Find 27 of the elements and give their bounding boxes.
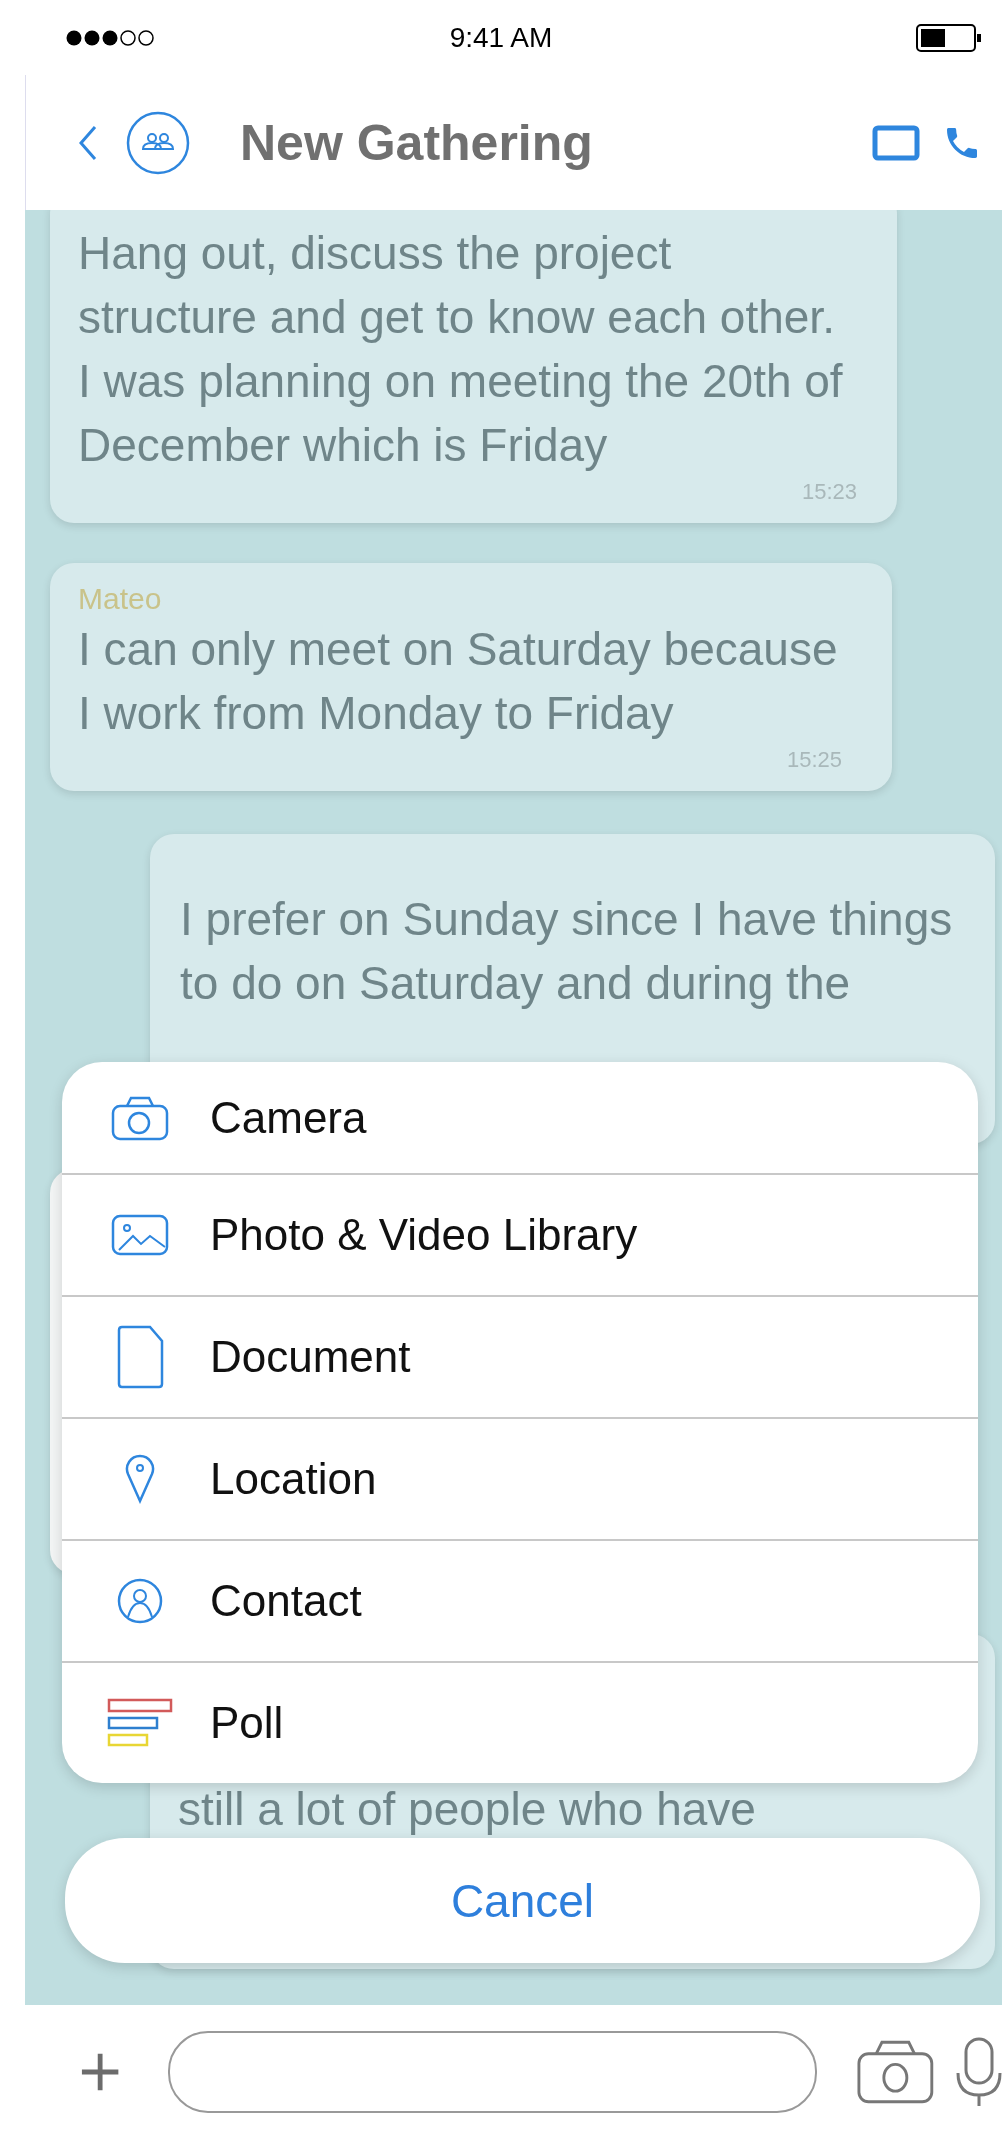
sheet-option[interactable]: Document — [62, 1295, 978, 1417]
message-text: I prefer on Sunday since I have things to do on Saturday and during the — [180, 892, 954, 1011]
message-input-field[interactable] — [168, 2030, 818, 2113]
document-icon — [115, 1325, 165, 1389]
chat-title: New Gathering — [240, 113, 593, 172]
camera-icon[interactable] — [857, 2038, 934, 2105]
location-pin-icon — [125, 1454, 155, 1504]
message-text: still a lot of people who have — [178, 1782, 757, 1837]
video-call-icon[interactable] — [872, 124, 920, 161]
status-time: 9:41 AM — [448, 21, 554, 54]
sender-name: Mateo — [78, 581, 163, 617]
battery-icon — [916, 23, 982, 52]
image-icon — [111, 1214, 169, 1256]
contact-icon — [116, 1577, 164, 1625]
back-icon[interactable] — [78, 124, 98, 161]
message-text: Hang out, discuss the project structure and get to know each other. I was planning on meeting the 20th of December which is Friday — [78, 226, 844, 473]
sheet-option[interactable]: Photo & Video Library — [62, 1173, 978, 1295]
camera-icon — [111, 1094, 169, 1141]
microphone-icon[interactable] — [956, 2036, 1002, 2107]
group-avatar-icon[interactable] — [126, 110, 190, 175]
sheet-option[interactable]: Poll — [62, 1661, 978, 1783]
sheet-option[interactable]: Location — [62, 1417, 978, 1539]
poll-icon — [107, 1698, 173, 1748]
sheet-option[interactable]: Contact — [62, 1539, 978, 1661]
message-text: I can only meet on Saturday because I work from Monday to Friday — [78, 622, 839, 741]
sheet-option[interactable]: Camera — [62, 1062, 978, 1173]
cancel-button[interactable]: Cancel — [65, 1838, 980, 1963]
